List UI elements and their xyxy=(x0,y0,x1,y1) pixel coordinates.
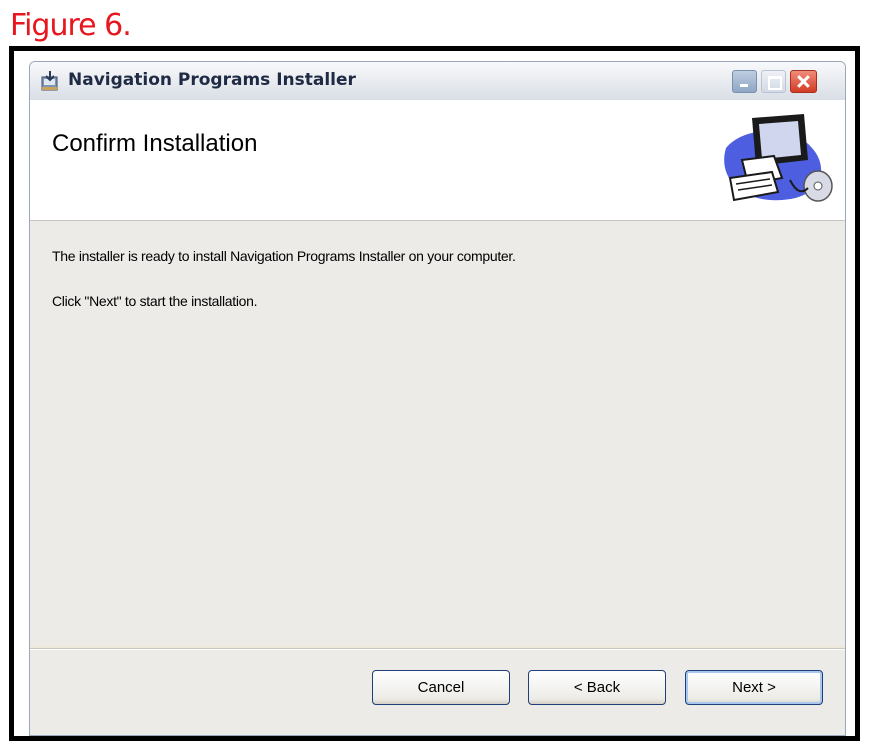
next-button[interactable]: Next > xyxy=(685,670,823,705)
content-area: The installer is ready to install Naviga… xyxy=(30,221,845,646)
back-button[interactable]: < Back xyxy=(528,670,666,705)
header-banner: Confirm Installation xyxy=(30,100,845,221)
figure-label: Figure 6. xyxy=(10,8,132,43)
ready-message: The installer is ready to install Naviga… xyxy=(52,248,516,264)
installer-window: Navigation Programs Installer Confirm In… xyxy=(29,61,846,736)
next-instruction: Click "Next" to start the installation. xyxy=(52,293,258,309)
window-title: Navigation Programs Installer xyxy=(68,70,356,90)
title-bar[interactable]: Navigation Programs Installer xyxy=(30,62,845,101)
button-bar: Cancel < Back Next > xyxy=(30,650,845,735)
cancel-button[interactable]: Cancel xyxy=(372,670,510,705)
maximize-icon[interactable] xyxy=(761,70,786,93)
page-title: Confirm Installation xyxy=(52,130,258,157)
minimize-icon[interactable] xyxy=(732,70,757,93)
close-icon[interactable] xyxy=(790,70,817,93)
screenshot-frame: Navigation Programs Installer Confirm In… xyxy=(9,46,860,741)
installer-app-icon xyxy=(38,69,62,93)
computer-cd-icon xyxy=(712,108,842,218)
